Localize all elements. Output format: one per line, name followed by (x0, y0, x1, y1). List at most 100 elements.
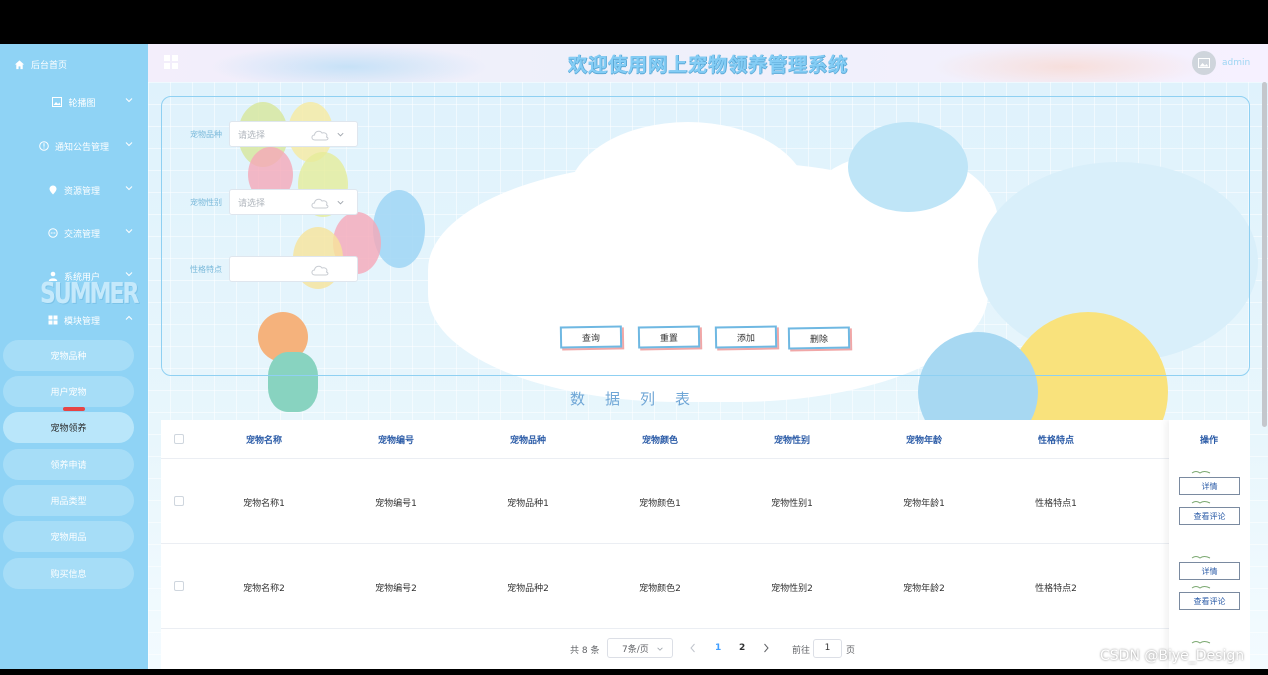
column-header: 操作 (1199, 436, 1218, 446)
username[interactable]: admin (1222, 58, 1250, 68)
column-header: 宠物品种 (509, 436, 546, 446)
sidebar-home[interactable]: 后台首页 (14, 56, 67, 72)
sidebar-sub-adoption-apply[interactable]: 领养申请 (3, 449, 134, 480)
location-icon (49, 185, 57, 195)
operations-column: 操作 详情 查看评论 详情 查看评论 (1169, 420, 1250, 669)
sidebar: 后台首页 轮播图 通知公告管理 资源管理 交流管理 系统用户 SUMMER 模块… (0, 44, 148, 669)
page-title: 欢迎使用网上宠物领养管理系统 (567, 54, 848, 76)
sidebar-sub-user-pet[interactable]: 用户宠物 (3, 376, 134, 407)
view-comments-button[interactable]: 查看评论 (1179, 592, 1240, 610)
leaf-decoration-icon (1191, 586, 1211, 589)
detail-button[interactable]: 详情 (1179, 477, 1240, 495)
column-header: 宠物性别 (773, 436, 810, 446)
table-cell: 宠物颜色1 (639, 499, 681, 509)
data-table: 宠物名称 宠物编号 宠物品种 宠物颜色 宠物性别 宠物年龄 性格特点 宠物名称1… (161, 420, 1250, 669)
delete-button[interactable]: 删除 (787, 326, 851, 350)
info-icon (39, 141, 49, 151)
prev-page-icon[interactable] (688, 642, 698, 654)
trait-input[interactable] (229, 256, 358, 282)
reset-button[interactable]: 重置 (637, 325, 701, 349)
table-cell: 性格特点2 (1035, 584, 1077, 594)
table-cell: 宠物年龄2 (903, 584, 945, 594)
row-divider (161, 458, 1250, 459)
column-header: 宠物年龄 (905, 436, 942, 446)
gender-select[interactable]: 请选择 (229, 189, 358, 215)
row-checkbox[interactable] (174, 581, 184, 591)
sidebar-menu-carousel[interactable]: 轮播图 (0, 92, 148, 112)
page-size-select[interactable]: 7条/页 (607, 638, 673, 658)
sidebar-menu-label: 轮播图 (68, 98, 96, 109)
next-page-icon[interactable] (761, 642, 771, 654)
column-header: 性格特点 (1037, 436, 1074, 446)
chevron-down-icon (125, 186, 133, 191)
sidebar-menu-label: 模块管理 (63, 316, 100, 327)
add-button[interactable]: 添加 (714, 325, 778, 349)
breed-select[interactable]: 请选择 (229, 121, 358, 147)
table-cell: 宠物品种2 (507, 584, 549, 594)
sidebar-menu-resource[interactable]: 资源管理 (0, 180, 148, 200)
leaf-decoration-icon (1191, 501, 1211, 504)
avatar[interactable] (1192, 51, 1216, 75)
row-checkbox[interactable] (174, 496, 184, 506)
home-icon (14, 59, 25, 69)
sidebar-sub-supply-type[interactable]: 用品类型 (3, 485, 134, 516)
column-header: 宠物颜色 (641, 436, 678, 446)
page-number-active[interactable]: 1 (715, 643, 721, 653)
table-cell: 宠物颜色2 (639, 584, 681, 594)
table-cell: 宠物名称2 (243, 584, 285, 594)
sidebar-menu-label: 资源管理 (63, 186, 100, 197)
top-header: 欢迎使用网上宠物领养管理系统 admin (148, 44, 1268, 82)
table-cell: 宠物编号2 (375, 584, 417, 594)
sidebar-sub-pet-supplies[interactable]: 宠物用品 (3, 521, 134, 552)
chevron-down-icon (657, 647, 663, 651)
sidebar-menu-exchange[interactable]: 交流管理 (0, 223, 148, 243)
grid-icon (48, 315, 58, 325)
breed-select-placeholder: 请选择 (238, 130, 266, 141)
table-cell: 性格特点1 (1035, 499, 1077, 509)
sidebar-sub-pet-adoption[interactable]: 宠物领养 (3, 407, 134, 443)
vertical-scrollbar[interactable] (1262, 82, 1267, 427)
table-cell: 宠物性别1 (771, 499, 813, 509)
sidebar-menu-label: 交流管理 (63, 229, 100, 240)
page-unit-label: 页 (846, 646, 856, 656)
goto-page-input[interactable]: 1 (813, 639, 842, 658)
chevron-down-icon (125, 98, 133, 103)
detail-button[interactable]: 详情 (1179, 562, 1240, 580)
gender-label: 宠物性别 (190, 198, 222, 207)
chevron-down-icon (337, 132, 344, 137)
sidebar-sub-purchase-info[interactable]: 购买信息 (3, 558, 134, 589)
chevron-down-icon (337, 200, 344, 205)
goto-label: 前往 (792, 646, 811, 656)
sidebar-menu-notice[interactable]: 通知公告管理 (0, 136, 148, 156)
sidebar-menu-modules[interactable]: 模块管理 (0, 310, 148, 330)
sidebar-menu-label: 通知公告管理 (54, 142, 109, 153)
table-cell: 宠物名称1 (243, 499, 285, 509)
leaf-decoration-icon (1191, 471, 1211, 474)
sidebar-home-label: 后台首页 (31, 60, 68, 71)
trait-label: 性格特点 (190, 265, 222, 274)
gender-select-placeholder: 请选择 (238, 198, 266, 209)
summer-decoration: SUMMER (40, 278, 139, 311)
column-header: 宠物名称 (245, 436, 282, 446)
table-cell: 宠物性别2 (771, 584, 813, 594)
chevron-down-icon (125, 142, 133, 147)
pagination: 共 8 条 7条/页 1 2 前往 1 页 (161, 638, 1250, 660)
leaf-decoration-icon (1191, 556, 1211, 559)
sidebar-sub-pet-breed[interactable]: 宠物品种 (3, 340, 134, 371)
select-all-checkbox[interactable] (174, 434, 184, 444)
table-cell: 宠物年龄1 (903, 499, 945, 509)
chevron-down-icon (125, 229, 133, 234)
pagination-total: 共 8 条 (570, 646, 600, 656)
image-icon (52, 97, 63, 107)
cloud-icon (311, 130, 329, 141)
row-divider (161, 628, 1250, 629)
breed-label: 宠物品种 (190, 130, 222, 139)
page-number[interactable]: 2 (739, 643, 745, 653)
list-title: 数据列表 (570, 390, 711, 408)
watermark: CSDN @Biye_Design (1100, 648, 1245, 664)
row-divider (161, 543, 1250, 544)
cloud-icon (311, 198, 329, 209)
page-size-value: 7条/页 (622, 644, 649, 655)
view-comments-button[interactable]: 查看评论 (1179, 507, 1240, 525)
query-button[interactable]: 查询 (559, 325, 623, 349)
